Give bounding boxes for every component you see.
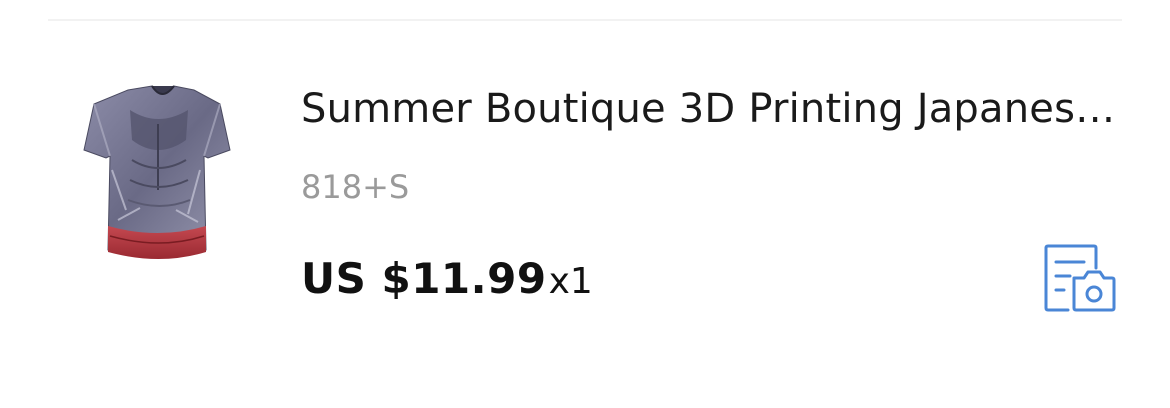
photo-review-icon: [1044, 244, 1116, 312]
photo-review-button[interactable]: [1040, 244, 1118, 312]
tshirt-image: [83, 85, 231, 259]
product-title[interactable]: Summer Boutique 3D Printing Japanese...: [301, 85, 1121, 133]
product-price: US $11.99: [301, 254, 547, 303]
product-quantity: x1: [548, 261, 593, 302]
price-quantity-row: US $11.99x1: [301, 254, 593, 303]
product-sku-variant: 818+S: [301, 168, 410, 206]
order-item-card[interactable]: Summer Boutique 3D Printing Japanese... …: [0, 22, 1170, 362]
product-thumbnail[interactable]: [70, 80, 250, 270]
top-divider: [48, 19, 1122, 21]
